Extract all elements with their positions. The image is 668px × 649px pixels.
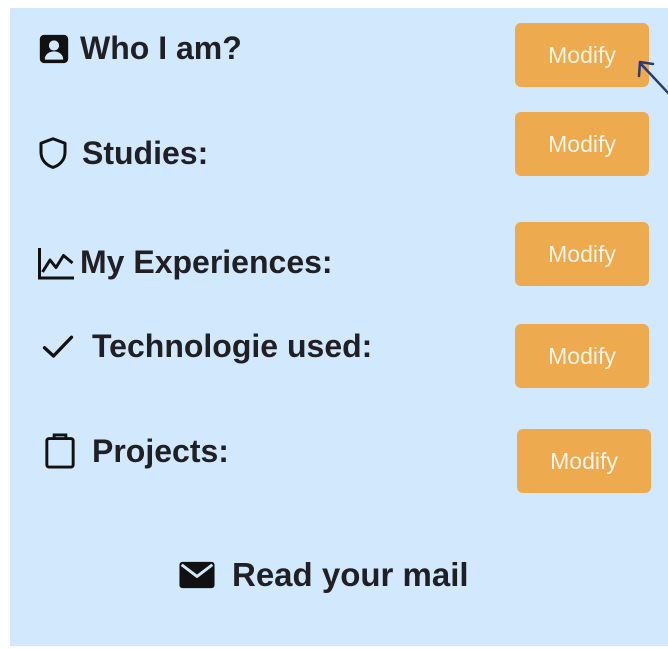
read-mail-link[interactable]: Read your mail (178, 556, 469, 594)
section-label: Who I am? (80, 30, 242, 66)
read-mail-label: Read your mail (232, 556, 469, 593)
section-my-experiences: My Experiences: (36, 244, 333, 281)
modify-technologies-button[interactable]: Modify (515, 324, 649, 388)
envelope-icon (178, 560, 216, 590)
modify-projects-button[interactable]: Modify (517, 429, 651, 493)
section-projects: Projects: (42, 432, 229, 470)
profile-sections-panel: Who I am? Modify Studies: Modify My Expe… (10, 8, 668, 646)
section-label: Technologie used: (92, 328, 373, 364)
clipboard-icon (42, 432, 78, 470)
section-label: Projects: (92, 432, 229, 469)
modify-studies-button[interactable]: Modify (515, 112, 649, 176)
modify-experiences-button[interactable]: Modify (515, 222, 649, 286)
checkmark-icon (38, 332, 78, 362)
section-technologies: Technologie used: (38, 328, 372, 365)
person-card-icon (36, 32, 72, 66)
section-label: My Experiences: (80, 244, 333, 280)
shield-icon (34, 134, 72, 172)
section-studies: Studies: (34, 134, 208, 172)
line-chart-icon (36, 245, 76, 281)
pointer-arrow-icon (637, 60, 668, 95)
section-who-i-am: Who I am? (36, 30, 242, 67)
modify-who-i-am-button[interactable]: Modify (515, 23, 649, 87)
section-label: Studies: (82, 134, 209, 171)
